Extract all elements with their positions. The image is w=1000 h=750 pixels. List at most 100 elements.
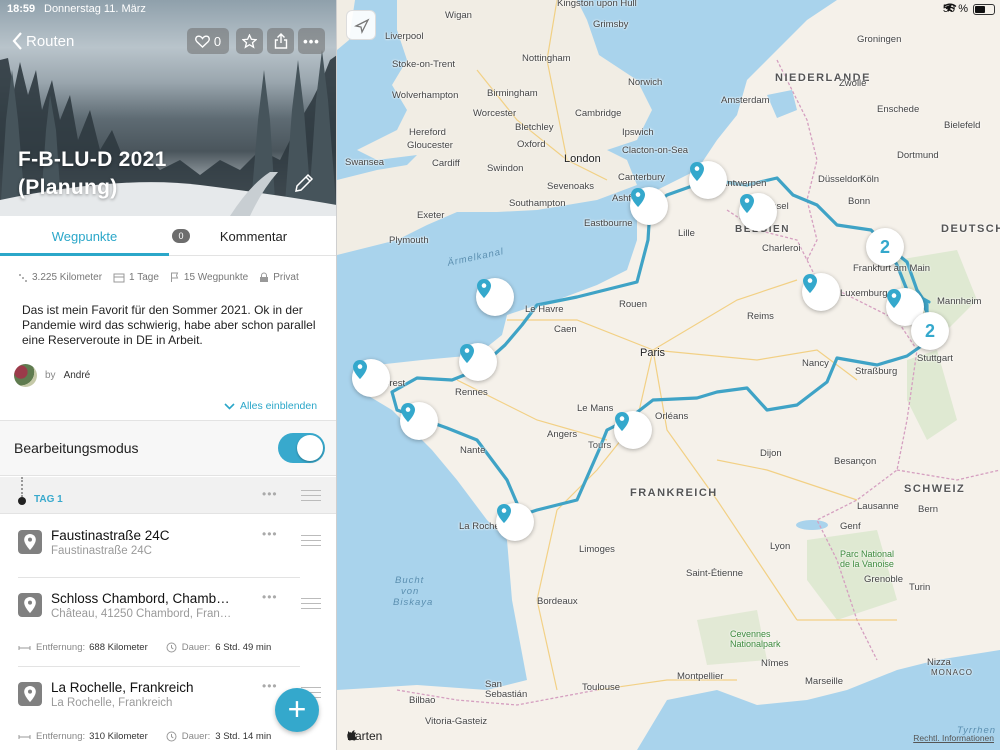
map-label: Sevenoaks (547, 181, 595, 192)
waypoint-more-icon[interactable]: ••• (262, 527, 278, 541)
day-label: TAG 1 (34, 494, 63, 505)
map-label: Groningen (857, 34, 902, 45)
star-icon (242, 33, 257, 49)
distance-label: Entfernung: (36, 731, 86, 742)
waypoint-pin-icon (18, 593, 42, 617)
back-button[interactable]: Routen (12, 30, 74, 52)
map-pin-icon (631, 188, 645, 207)
map-label: Charleroi (762, 243, 801, 254)
pencil-icon[interactable] (293, 172, 315, 194)
map-label: Plymouth (389, 235, 429, 246)
tab-waypoints[interactable]: Wegpunkte (0, 216, 169, 256)
locate-button[interactable] (346, 10, 376, 40)
map-label: Norwich (628, 77, 663, 88)
like-button[interactable]: 0 (187, 28, 229, 54)
list-item[interactable]: Schloss Chambord, Chamb… Château, 41250 … (0, 578, 336, 667)
meta-waypoints: 15 Wegpunkte (170, 272, 248, 283)
waypoint-marker[interactable] (459, 343, 497, 381)
legal-link[interactable]: Rechtl. Informationen (913, 733, 994, 743)
distance-value: 688 Kilometer (89, 642, 148, 653)
duration: Dauer: 6 Std. 49 min (166, 642, 271, 653)
waypoint-marker[interactable] (630, 187, 668, 225)
author-by: by (45, 370, 56, 381)
drag-handle-icon[interactable] (301, 598, 321, 609)
route-title: F-B-LU-D 2021 (Planung) (18, 146, 268, 202)
waypoint-marker[interactable] (352, 359, 390, 397)
waypoint-more-icon[interactable]: ••• (262, 679, 278, 693)
back-button-label: Routen (26, 32, 75, 50)
day-more-icon[interactable]: ••• (262, 487, 278, 501)
timeline-line (21, 477, 23, 497)
route-map[interactable]: Wigan Kingston upon Hull Liverpool Grims… (337, 0, 1000, 750)
distance-arrows-icon (18, 734, 31, 739)
map-pin-icon (740, 194, 754, 213)
map-label: Caen (554, 324, 577, 335)
map-label: Clacton-on-Sea (622, 145, 689, 156)
edit-mode-label: Bearbeitungsmodus (14, 440, 139, 456)
map-label: Southampton (509, 198, 566, 209)
map-label: Turin (909, 582, 931, 593)
waypoint-subtitle: Château, 41250 Chambord, Fran… (51, 608, 232, 620)
map-label: Grimsby (593, 19, 629, 30)
drag-handle-icon[interactable] (301, 535, 321, 546)
map-label: Bucht (395, 575, 425, 586)
waypoint-marker[interactable] (476, 278, 514, 316)
map-label: Nancy (802, 358, 829, 369)
map-label: Bordeaux (537, 596, 578, 607)
list-item[interactable]: Faustinastraße 24C Faustinastraße 24C ••… (0, 515, 336, 578)
waypoint-marker[interactable] (739, 193, 777, 231)
map-label: Tours (588, 440, 612, 451)
meta-days: 1 Tage (113, 272, 159, 283)
edit-mode-toggle[interactable] (278, 433, 325, 463)
map-label: Cardiff (432, 158, 460, 169)
show-all-button[interactable]: Alles einblenden (224, 400, 317, 412)
waypoint-marker[interactable] (802, 273, 840, 311)
author-name: André (63, 370, 91, 381)
tab-comments[interactable]: Kommentar (200, 216, 307, 256)
map-label: Köln (860, 174, 880, 185)
segment-info: Entfernung: 688 Kilometer Dauer: 6 Std. … (18, 642, 271, 653)
map-label: Vitoria-Gasteiz (425, 716, 488, 727)
route-header-image: 18:59 Donnerstag 11. März Routen 0 ••• F… (0, 0, 336, 216)
more-dots-icon: ••• (303, 33, 320, 49)
map-label: Stuttgart (917, 353, 953, 364)
more-button[interactable]: ••• (298, 28, 325, 54)
waypoint-marker[interactable] (496, 503, 534, 541)
status-icons: 50 % (943, 3, 995, 15)
waypoint-marker[interactable] (614, 411, 652, 449)
map-label: Angers (547, 429, 578, 440)
map-label: von (401, 586, 420, 597)
map-label: Amsterdam (721, 95, 770, 106)
map-label: Nizza (927, 657, 951, 668)
author-row[interactable]: by André (14, 364, 90, 387)
favorite-button[interactable] (236, 28, 263, 54)
map-label: Grenoble (864, 574, 904, 585)
waypoint-marker[interactable] (400, 402, 438, 440)
map-pin-icon (803, 274, 817, 293)
waypoint-more-icon[interactable]: ••• (262, 590, 278, 604)
share-button[interactable] (267, 28, 294, 54)
map-label: Parc National (840, 549, 895, 559)
add-waypoint-button[interactable]: + (275, 688, 319, 732)
map-label: SCHWEIZ (904, 483, 966, 495)
map-label: Lausanne (857, 501, 899, 512)
map-label: FRANKREICH (630, 487, 718, 499)
map-label: Hereford (409, 127, 446, 138)
map-label: Worcester (473, 108, 517, 119)
map-label: Zwolle (839, 78, 867, 89)
heart-icon (194, 34, 210, 48)
map-label: Nationalpark (730, 639, 781, 649)
map-label: Antwerpen (721, 178, 767, 189)
cluster-marker[interactable]: 2 (866, 228, 904, 266)
route-meta: 3.225 Kilometer 1 Tage 15 Wegpunkte Priv… (18, 272, 310, 283)
cluster-marker[interactable]: 2 (911, 312, 949, 350)
duration-label: Dauer: (181, 731, 211, 742)
duration-value: 3 Std. 14 min (215, 731, 272, 742)
waypoint-marker[interactable] (689, 161, 727, 199)
show-all-label: Alles einblenden (240, 400, 318, 412)
calendar-icon (113, 273, 125, 282)
meta-visibility-value: Privat (273, 272, 299, 283)
drag-handle-icon[interactable] (301, 490, 321, 501)
lake-geneva (796, 520, 828, 530)
map-label: London (564, 153, 601, 165)
